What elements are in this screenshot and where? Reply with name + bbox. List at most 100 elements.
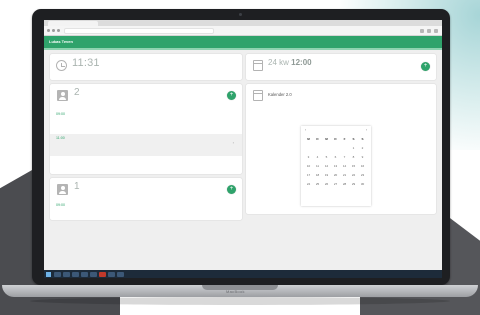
deadline-card: 24 kw 12:00 + bbox=[246, 54, 436, 80]
patients-count: 2 bbox=[74, 87, 80, 98]
calendar-title: Kalender 2.0 bbox=[268, 92, 292, 97]
person-icon bbox=[57, 184, 68, 195]
calendar-day[interactable]: 30 bbox=[358, 180, 367, 189]
calendar-day[interactable]: 25 bbox=[313, 180, 322, 189]
weekday-label: M bbox=[307, 137, 310, 141]
start-button[interactable] bbox=[46, 271, 51, 277]
calendar-day bbox=[331, 189, 340, 198]
list-item[interactable]: 09:00 bbox=[50, 112, 242, 132]
mini-calendar-nav: ‹ › bbox=[301, 128, 371, 133]
calendar-day bbox=[340, 144, 349, 153]
browser-nav-buttons bbox=[47, 29, 61, 32]
star-icon[interactable] bbox=[420, 28, 424, 33]
calendar-day[interactable]: 4 bbox=[313, 153, 322, 162]
item-time: 09:00 bbox=[56, 112, 65, 116]
calendar-day[interactable]: 3 bbox=[304, 153, 313, 162]
taskbar-app[interactable] bbox=[90, 271, 97, 277]
weekday-label: S bbox=[361, 137, 364, 141]
chevron-right-icon: › bbox=[232, 140, 234, 145]
calendar-day[interactable]: 17 bbox=[304, 171, 313, 180]
weekday-label: F bbox=[343, 137, 346, 141]
list-item[interactable]: 11:00 › bbox=[50, 134, 242, 156]
calendar-day[interactable]: 24 bbox=[304, 180, 313, 189]
calendar-day[interactable]: 26 bbox=[322, 180, 331, 189]
laptop-screen: Lukas Teven 11:31 24 kw 12:00 + 2 + 09:0… bbox=[44, 20, 442, 278]
calendar-day[interactable]: 20 bbox=[331, 171, 340, 180]
calendar-day[interactable]: 28 bbox=[340, 180, 349, 189]
calendar-card: Kalender 2.0 ‹ › M D M D F S S 1 2 3 4 5 6 7 8 9 10 11 12 1… bbox=[246, 84, 436, 214]
weekday-label: D bbox=[316, 137, 319, 141]
calendar-day bbox=[313, 189, 322, 198]
calendar-day[interactable]: 2 bbox=[358, 144, 367, 153]
calendar-day[interactable]: 5 bbox=[322, 153, 331, 162]
taskbar-app[interactable] bbox=[63, 271, 70, 277]
calendar-day[interactable]: 29 bbox=[349, 180, 358, 189]
calendar-day[interactable]: 13 bbox=[331, 162, 340, 171]
calendar-day[interactable]: 27 bbox=[331, 180, 340, 189]
chevron-right-icon[interactable]: › bbox=[366, 128, 367, 132]
calendar-day bbox=[313, 144, 322, 153]
calendar-day[interactable]: 10 bbox=[304, 162, 313, 171]
calendar-day[interactable]: 21 bbox=[340, 171, 349, 180]
item-time: 11:00 bbox=[56, 136, 65, 140]
calendar-day[interactable]: 1 bbox=[349, 144, 358, 153]
patients-add-button[interactable]: + bbox=[227, 91, 236, 100]
calendar-day bbox=[340, 189, 349, 198]
mini-calendar-grid: M D M D F S S 1 2 3 4 5 6 7 8 9 10 11 12 13 14 15 16 17 18 19 20 21… bbox=[304, 135, 368, 198]
clock-icon bbox=[56, 60, 67, 71]
deadline-text: 24 kw 12:00 bbox=[268, 58, 312, 68]
item-time: 09:00 bbox=[56, 203, 65, 207]
app-header-underline bbox=[44, 48, 442, 50]
deadline-prefix: 24 kw bbox=[268, 58, 289, 67]
taskbar-app[interactable] bbox=[81, 271, 88, 277]
person-icon bbox=[57, 90, 68, 101]
camera-icon bbox=[239, 13, 242, 16]
app-header: Lukas Teven bbox=[44, 36, 442, 48]
calendar-day[interactable]: 16 bbox=[358, 162, 367, 171]
extension-icon[interactable] bbox=[427, 28, 431, 33]
taskbar-apps bbox=[54, 271, 124, 277]
calendar-check-icon bbox=[253, 60, 263, 71]
calendar-day[interactable]: 7 bbox=[340, 153, 349, 162]
calendar-day[interactable]: 11 bbox=[313, 162, 322, 171]
url-input[interactable] bbox=[64, 27, 214, 34]
app-title[interactable]: Lukas Teven bbox=[49, 39, 73, 45]
calendar-day[interactable]: 12 bbox=[322, 162, 331, 171]
reload-icon[interactable] bbox=[57, 29, 60, 32]
forward-icon[interactable] bbox=[52, 29, 55, 32]
list-item[interactable]: 09:00 bbox=[50, 203, 242, 219]
calendar-day[interactable]: 18 bbox=[313, 171, 322, 180]
clock-card: 11:31 bbox=[50, 54, 242, 80]
appointments-count: 1 bbox=[74, 181, 80, 192]
taskbar-app[interactable] bbox=[108, 271, 115, 277]
calendar-day[interactable]: 6 bbox=[331, 153, 340, 162]
menu-icon[interactable] bbox=[434, 28, 438, 33]
chevron-left-icon[interactable]: ‹ bbox=[305, 128, 306, 132]
weekday-label: S bbox=[352, 137, 355, 141]
calendar-day[interactable]: 19 bbox=[322, 171, 331, 180]
laptop-brand: MacBook bbox=[226, 289, 245, 294]
taskbar-app[interactable] bbox=[54, 271, 61, 277]
calendar-day[interactable]: 9 bbox=[358, 153, 367, 162]
calendar-day[interactable]: 23 bbox=[358, 171, 367, 180]
calendar-day bbox=[322, 144, 331, 153]
weekday-label: M bbox=[325, 137, 328, 141]
browser-extension-icons bbox=[420, 28, 438, 33]
calendar-day bbox=[304, 189, 313, 198]
calendar-day[interactable]: 8 bbox=[349, 153, 358, 162]
patients-card: 2 + 09:00 11:00 › bbox=[50, 84, 242, 174]
calendar-day[interactable]: 15 bbox=[349, 162, 358, 171]
deadline-time: 12:00 bbox=[291, 58, 312, 67]
taskbar-app[interactable] bbox=[72, 271, 79, 277]
calendar-icon bbox=[253, 90, 263, 101]
calendar-day[interactable]: 22 bbox=[349, 171, 358, 180]
clock-time: 11:31 bbox=[72, 57, 100, 69]
calendar-day bbox=[322, 189, 331, 198]
taskbar-app[interactable] bbox=[117, 271, 124, 277]
calendar-day[interactable]: 14 bbox=[340, 162, 349, 171]
deadline-add-button[interactable]: + bbox=[421, 62, 430, 71]
laptop-scene: Lukas Teven 11:31 24 kw 12:00 + 2 + 09:0… bbox=[0, 0, 480, 315]
appointments-add-button[interactable]: + bbox=[227, 185, 236, 194]
taskbar-app[interactable] bbox=[99, 271, 106, 277]
back-icon[interactable] bbox=[47, 29, 50, 32]
